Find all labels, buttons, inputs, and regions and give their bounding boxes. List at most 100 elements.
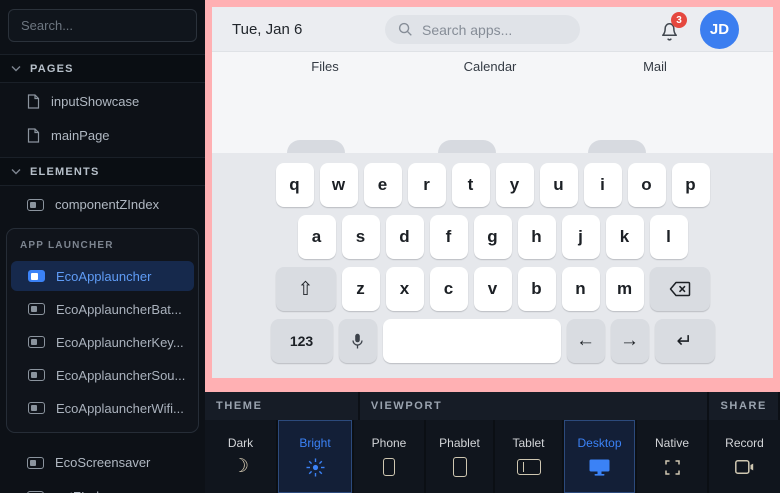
backspace-icon [669,281,691,297]
toolbar-buttons: Dark ☽ Bright Phone Phablet Tablet [205,420,780,493]
key-q[interactable]: q [276,163,314,207]
sidebar-item-ecoapplauncherwifi[interactable]: EcoApplauncherWifi... [11,393,194,423]
key-h[interactable]: h [518,215,556,259]
key-r[interactable]: r [408,163,446,207]
key-y[interactable]: y [496,163,534,207]
sidebar-item-componentzindex[interactable]: componentZIndex [0,189,205,220]
key-v[interactable]: v [474,267,512,311]
sidebar-item-getzindex[interactable]: getZIndex [0,481,205,493]
button-label: Dark [228,436,253,450]
key-k[interactable]: k [606,215,644,259]
button-label: Native [655,436,689,450]
sidebar-item-ecoapplauncherbat[interactable]: EcoApplauncherBat... [11,294,194,324]
component-icon [28,402,45,414]
desktop-monitor-icon [589,457,610,477]
sidebar-item-ecoapplauncher[interactable]: EcoApplauncher [11,261,194,291]
backspace-key[interactable] [650,267,710,311]
shift-key[interactable]: ⇧ [276,267,336,311]
record-camera-icon [735,457,754,477]
section-label: PAGES [30,63,74,75]
key-n[interactable]: n [562,267,600,311]
sidebar-item-inputshowcase[interactable]: inputShowcase [0,86,205,117]
keyboard-row-1: q w e r t y u i o p [276,163,710,207]
sidebar-item-label: inputShowcase [51,94,139,109]
app-icon-partial[interactable] [588,140,646,154]
key-s[interactable]: s [342,215,380,259]
key-g[interactable]: g [474,215,512,259]
sidebar-item-label: EcoApplauncher [56,269,151,284]
arrow-left-key[interactable]: ← [567,319,605,363]
sidebar-item-label: EcoApplauncherSou... [56,368,185,383]
keyboard-row-4: 123 ← → ↵ [271,319,715,363]
key-p[interactable]: p [672,163,710,207]
app-label-mail: Mail [643,59,667,74]
key-o[interactable]: o [628,163,666,207]
key-m[interactable]: m [606,267,644,311]
button-label: Phablet [439,436,480,450]
app-icon-partial[interactable] [438,140,496,154]
component-icon [28,369,45,381]
app-label-calendar: Calendar [464,59,517,74]
key-j[interactable]: j [562,215,600,259]
key-a[interactable]: a [298,215,336,259]
key-c[interactable]: c [430,267,468,311]
phone-icon [383,457,395,477]
section-label: ELEMENTS [30,166,100,178]
key-f[interactable]: f [430,215,468,259]
enter-icon: ↵ [677,330,693,353]
key-z[interactable]: z [342,267,380,311]
viewport-native-button[interactable]: Native [637,420,709,493]
sidebar-item-ecoapplauncherkey[interactable]: EcoApplauncherKey... [11,327,194,357]
key-t[interactable]: t [452,163,490,207]
tablet-icon [517,457,541,477]
sidebar-item-mainpage[interactable]: mainPage [0,120,205,151]
mode-key[interactable]: 123 [271,319,333,363]
avatar[interactable]: JD [700,10,739,49]
key-w[interactable]: w [320,163,358,207]
key-b[interactable]: b [518,267,556,311]
button-label: Phone [372,436,407,450]
sidebar-search-input[interactable] [19,17,186,34]
share-section-header: SHARE [709,392,780,420]
key-i[interactable]: i [584,163,622,207]
viewport-section-header: VIEWPORT [360,392,710,420]
mic-key[interactable] [339,319,377,363]
theme-dark-button[interactable]: Dark ☽ [205,420,278,493]
microphone-icon [352,333,363,350]
share-record-button[interactable]: Record [709,420,780,493]
viewport-tablet-button[interactable]: Tablet [495,420,564,493]
key-l[interactable]: l [650,215,688,259]
app-search-field[interactable]: Search apps... [385,15,580,44]
arrow-left-icon: ← [576,330,595,352]
sidebar-item-label: getZIndex [55,489,113,493]
app-grid: Files Calendar Mail q w e r t y u i [212,52,773,378]
viewport-desktop-button[interactable]: Desktop [564,420,637,493]
section-header-elements[interactable]: ELEMENTS [0,157,205,186]
viewport-phablet-button[interactable]: Phablet [426,420,495,493]
phablet-icon [453,457,467,477]
sidebar-search[interactable] [8,9,197,42]
key-x[interactable]: x [386,267,424,311]
section-header-pages[interactable]: PAGES [0,54,205,83]
key-u[interactable]: u [540,163,578,207]
preview-toolbar: THEME VIEWPORT SHARE Dark ☽ Bright Phone… [205,392,780,493]
sidebar-item-ecoapplaunchersou[interactable]: EcoApplauncherSou... [11,360,194,390]
document-icon [27,94,40,109]
viewport-phone-button[interactable]: Phone [354,420,426,493]
key-d[interactable]: d [386,215,424,259]
chevron-down-icon [11,65,21,72]
toolbar-headers: THEME VIEWPORT SHARE [205,392,780,420]
space-key[interactable] [383,319,561,363]
app-icon-partial[interactable] [287,140,345,154]
button-label: Tablet [512,436,544,450]
sidebar-item-ecoscreensaver[interactable]: EcoScreensaver [0,447,205,478]
sidebar-item-label: mainPage [51,128,110,143]
sun-icon [306,457,325,477]
key-e[interactable]: e [364,163,402,207]
enter-key[interactable]: ↵ [655,319,715,363]
arrow-right-key[interactable]: → [611,319,649,363]
keyboard-row-3: ⇧ z x c v b n m [276,267,710,311]
theme-bright-button[interactable]: Bright [278,420,354,493]
moon-icon: ☽ [232,457,249,477]
notifications-button[interactable]: 3 [658,18,684,44]
